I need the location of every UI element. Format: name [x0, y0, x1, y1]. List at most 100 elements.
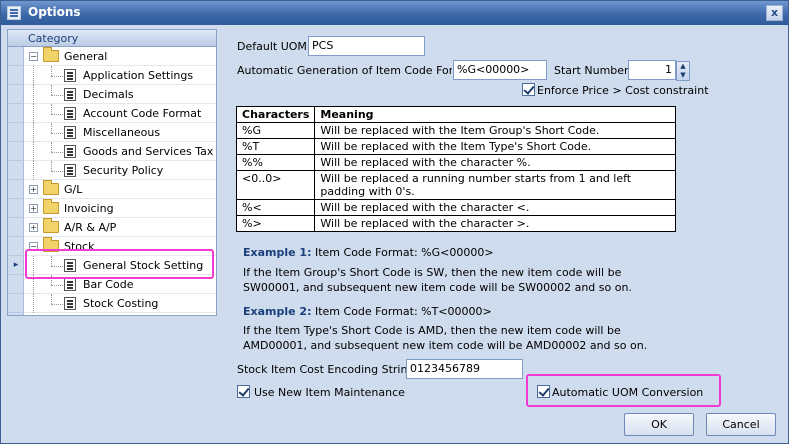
example2-format: Item Code Format: %T<00000> — [311, 305, 492, 318]
tree-line — [51, 161, 52, 171]
tree-line — [51, 142, 52, 152]
tree-item-label: Miscellaneous — [83, 126, 161, 139]
cost-encoding-input[interactable]: 0123456789 — [406, 359, 523, 379]
close-button[interactable]: x — [766, 5, 783, 21]
enforce-checkbox[interactable] — [522, 83, 535, 96]
tree-line — [51, 114, 63, 115]
tree-item[interactable]: Goods and Services Tax — [8, 142, 216, 161]
tree-item[interactable]: Decimals — [8, 85, 216, 104]
tree-line — [33, 123, 34, 142]
use-new-item-checkbox[interactable] — [237, 385, 250, 398]
document-icon — [64, 164, 76, 177]
table-row: %T Will be replaced with the Item Type's … — [235, 138, 676, 155]
table-cell-character: %T — [235, 138, 316, 155]
default-uom-label: Default UOM: — [237, 40, 311, 53]
tree-line — [51, 133, 63, 134]
highlight-general-stock-setting — [25, 249, 214, 279]
tree-row-indicator — [8, 218, 24, 237]
tree-line — [33, 142, 34, 161]
use-new-item-label: Use New Item Maintenance — [254, 386, 405, 399]
start-number-spinner[interactable]: ▲ ▼ — [676, 61, 690, 81]
tree-item[interactable]: Application Settings — [8, 66, 216, 85]
table-cell-meaning: Will be replaced with the Item Group's S… — [314, 122, 676, 139]
tree-line — [51, 66, 52, 76]
autogen-format-input[interactable]: %G<00000> — [453, 60, 547, 80]
cancel-button[interactable]: Cancel — [706, 413, 776, 436]
table-cell-character: <0..0> — [235, 170, 316, 200]
tree-row-indicator: ▸ — [8, 256, 24, 275]
default-uom-input[interactable]: PCS — [308, 36, 425, 56]
tree-line — [51, 104, 52, 114]
table-cell-meaning: Will be replaced with the Item Type's Sh… — [314, 138, 676, 155]
tree-item[interactable]: − General — [8, 47, 216, 66]
table-cell-character: %% — [235, 154, 316, 171]
tree-item-label: Security Policy — [83, 164, 164, 177]
expand-icon[interactable]: + — [29, 204, 38, 213]
tree-item[interactable]: Account Code Format — [8, 104, 216, 123]
table-cell-meaning: Will be replaced with the character >. — [314, 215, 676, 232]
tree-line — [51, 304, 63, 305]
example2-line1: If the Item Type's Short Code is AMD, th… — [243, 324, 621, 337]
tree-item-label: Decimals — [83, 88, 134, 101]
start-number-label: Start Number: — [554, 64, 633, 77]
options-window: Options x Category − General Application S… — [0, 0, 789, 444]
spin-up-icon[interactable]: ▲ — [677, 62, 689, 71]
example2-title: Example 2: — [243, 305, 312, 318]
tree-row-indicator — [8, 275, 24, 294]
table-cell-meaning: Will be replaced with the character <. — [314, 199, 676, 216]
tree-line — [51, 152, 63, 153]
table-header-characters: Characters — [235, 106, 316, 123]
tree-item[interactable]: + Invoicing — [8, 199, 216, 218]
ok-button[interactable]: OK — [624, 413, 694, 436]
tree-line — [51, 285, 63, 286]
tree-item-label: Goods and Services Tax — [83, 145, 214, 158]
tree-row-indicator — [8, 199, 24, 218]
tree-item[interactable]: Miscellaneous — [8, 123, 216, 142]
example1-line1: If the Item Group's Short Code is SW, th… — [243, 266, 622, 279]
enforce-label: Enforce Price > Cost constraint — [537, 84, 709, 97]
table-row: %< Will be replaced with the character <. — [235, 199, 676, 216]
tree-row-indicator — [8, 180, 24, 199]
example1-line2: SW00001, and subsequent new item code wi… — [243, 281, 632, 294]
table-row: %G Will be replaced with the Item Group's… — [235, 122, 676, 139]
folder-icon — [43, 47, 59, 62]
tree-row-indicator — [8, 161, 24, 180]
example1-format: Item Code Format: %G<00000> — [311, 246, 494, 259]
start-number-input[interactable]: 1 — [628, 60, 676, 80]
expand-icon[interactable]: + — [29, 223, 38, 232]
tree-item[interactable]: + A/R & A/P — [8, 218, 216, 237]
tree-line — [33, 294, 34, 313]
tree-row-indicator — [8, 66, 24, 85]
tree-item-label: A/R & A/P — [64, 221, 117, 234]
tree-item-label: Account Code Format — [83, 107, 202, 120]
table-header-meaning: Meaning — [314, 106, 676, 123]
tree-row-indicator — [8, 237, 24, 256]
tree-item-label: Application Settings — [83, 69, 194, 82]
table-header-row: Characters Meaning — [235, 106, 676, 123]
collapse-icon[interactable]: − — [29, 52, 38, 61]
format-characters-table: Characters Meaning %G Will be replaced wi… — [235, 106, 676, 232]
cost-encoding-label: Stock Item Cost Encoding String: — [237, 363, 419, 376]
highlight-auto-uom — [526, 374, 721, 407]
tree-row-indicator — [8, 142, 24, 161]
example2-heading: Example 2: Item Code Format: %T<00000> — [243, 304, 492, 319]
tree-item-label: Invoicing — [64, 202, 114, 215]
folder-icon — [43, 180, 59, 195]
tree-line — [51, 123, 52, 133]
tree-line — [51, 76, 63, 77]
spin-down-icon[interactable]: ▼ — [677, 71, 689, 80]
document-icon — [64, 278, 76, 291]
folder-icon — [43, 199, 59, 214]
title-bar[interactable]: Options x — [1, 1, 788, 25]
document-icon — [64, 145, 76, 158]
tree-row-indicator — [8, 85, 24, 104]
tree-item[interactable]: Security Policy — [8, 161, 216, 180]
expand-icon[interactable]: + — [29, 185, 38, 194]
folder-icon — [43, 218, 59, 233]
tree-item[interactable]: Stock Costing — [8, 294, 216, 313]
tree-row-indicator — [8, 294, 24, 313]
tree-item[interactable]: + G/L — [8, 180, 216, 199]
document-icon — [64, 107, 76, 120]
tree-row-indicator — [8, 123, 24, 142]
table-cell-character: %G — [235, 122, 316, 139]
